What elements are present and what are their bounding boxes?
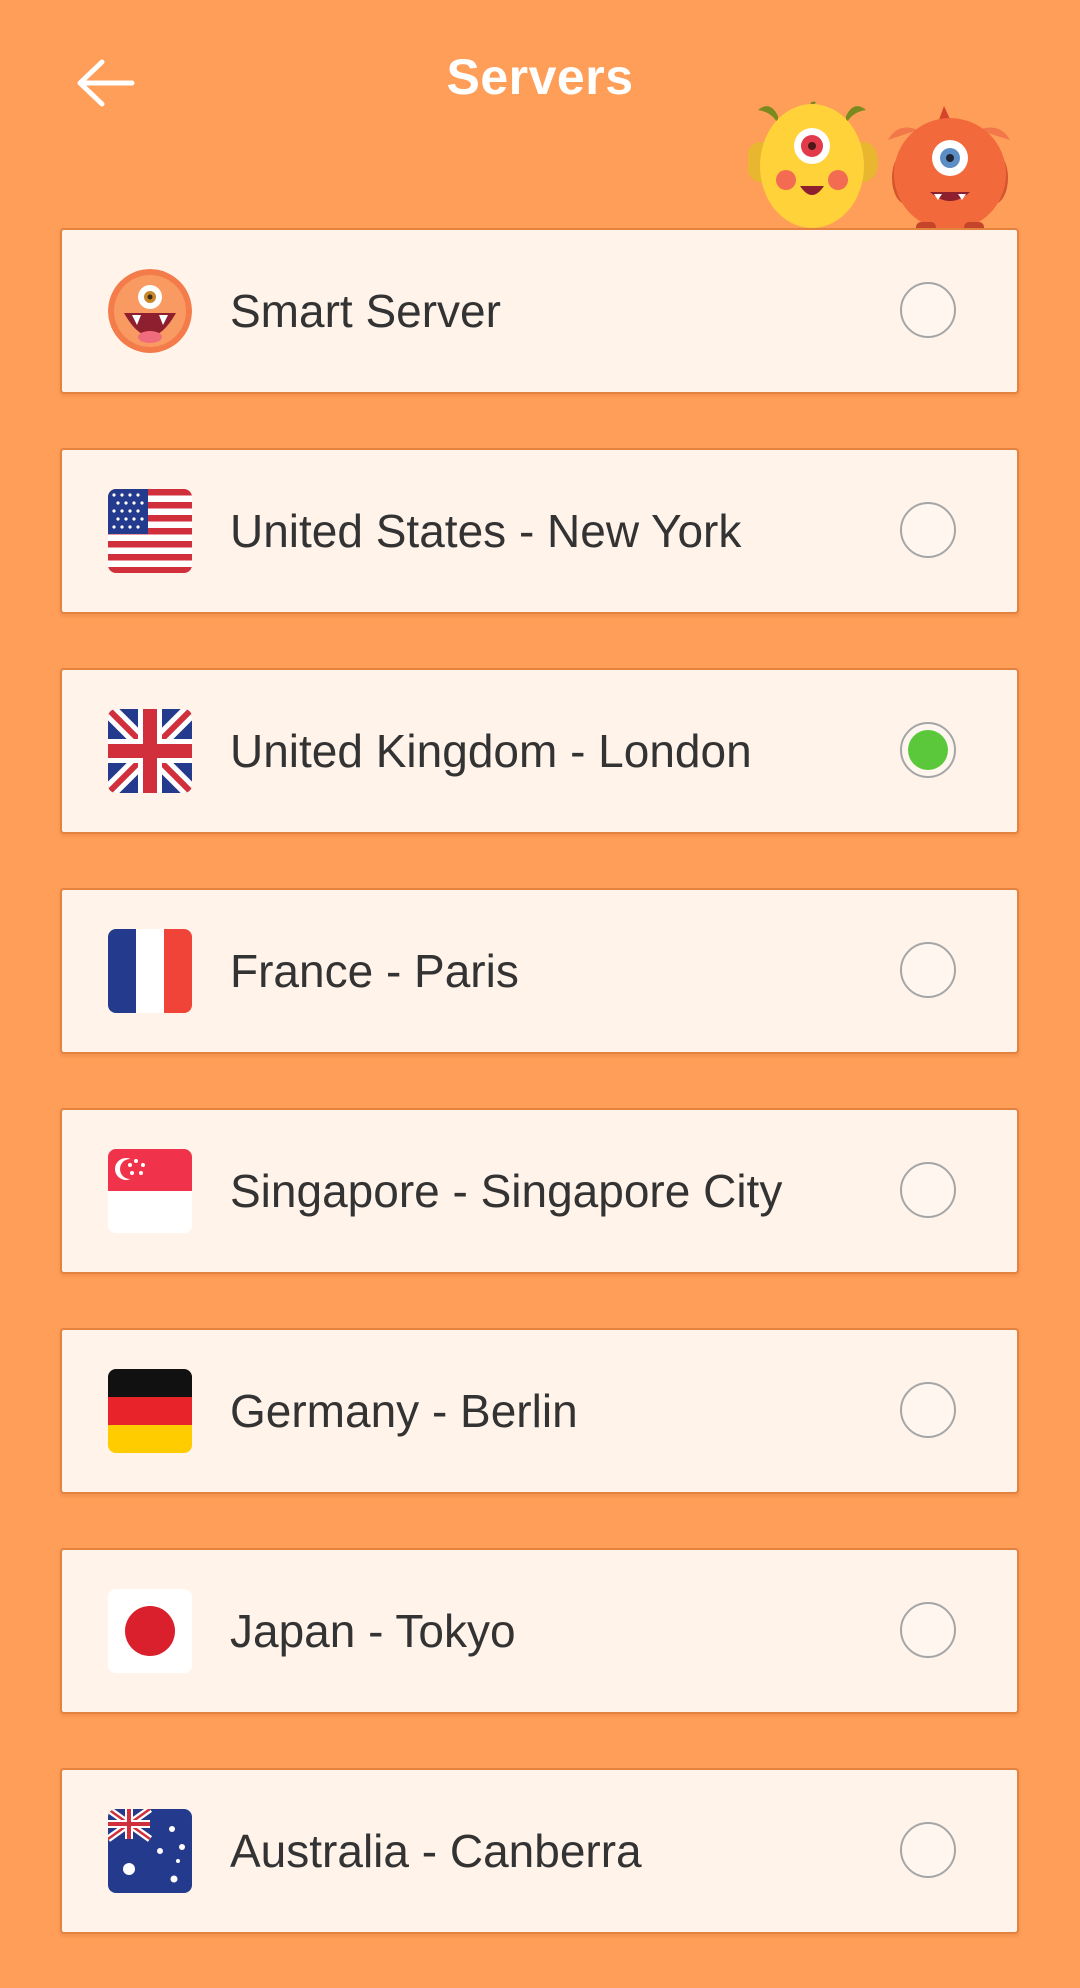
server-item-france-paris[interactable]: France - Paris xyxy=(60,888,1019,1054)
server-item-uk-london[interactable]: United Kingdom - London xyxy=(60,668,1019,834)
server-list: Smart Server United States - New York Un… xyxy=(60,228,1019,1988)
server-label: Japan - Tokyo xyxy=(230,1605,516,1657)
server-label: United Kingdom - London xyxy=(230,725,752,777)
server-radio[interactable] xyxy=(900,1822,956,1878)
monster-mascots-illustration xyxy=(746,100,1028,235)
server-radio[interactable] xyxy=(900,502,956,558)
flag-japan-icon xyxy=(108,1589,192,1673)
flag-germany-icon xyxy=(108,1369,192,1453)
flag-australia-icon xyxy=(108,1809,192,1893)
server-item-us-new-york[interactable]: United States - New York xyxy=(60,448,1019,614)
server-radio[interactable] xyxy=(900,942,956,998)
server-label: Smart Server xyxy=(230,285,501,337)
server-radio[interactable] xyxy=(900,1382,956,1438)
server-label: United States - New York xyxy=(230,505,742,557)
flag-us-icon xyxy=(108,489,192,573)
server-radio[interactable] xyxy=(900,722,956,778)
flag-france-icon xyxy=(108,929,192,1013)
server-item-japan-tokyo[interactable]: Japan - Tokyo xyxy=(60,1548,1019,1714)
smart-monster-icon xyxy=(108,269,192,353)
server-item-singapore[interactable]: Singapore - Singapore City xyxy=(60,1108,1019,1274)
server-label: Singapore - Singapore City xyxy=(230,1165,783,1217)
server-label: France - Paris xyxy=(230,945,519,997)
server-label: Australia - Canberra xyxy=(230,1825,642,1877)
page-title: Servers xyxy=(446,49,634,105)
flag-uk-icon xyxy=(108,709,192,793)
server-radio[interactable] xyxy=(900,1162,956,1218)
server-radio[interactable] xyxy=(900,282,956,338)
server-item-smart-server[interactable]: Smart Server xyxy=(60,228,1019,394)
server-radio[interactable] xyxy=(900,1602,956,1658)
server-item-australia-canberra[interactable]: Australia - Canberra xyxy=(60,1768,1019,1934)
server-label: Germany - Berlin xyxy=(230,1385,578,1437)
server-item-germany-berlin[interactable]: Germany - Berlin xyxy=(60,1328,1019,1494)
flag-singapore-icon xyxy=(108,1149,192,1233)
